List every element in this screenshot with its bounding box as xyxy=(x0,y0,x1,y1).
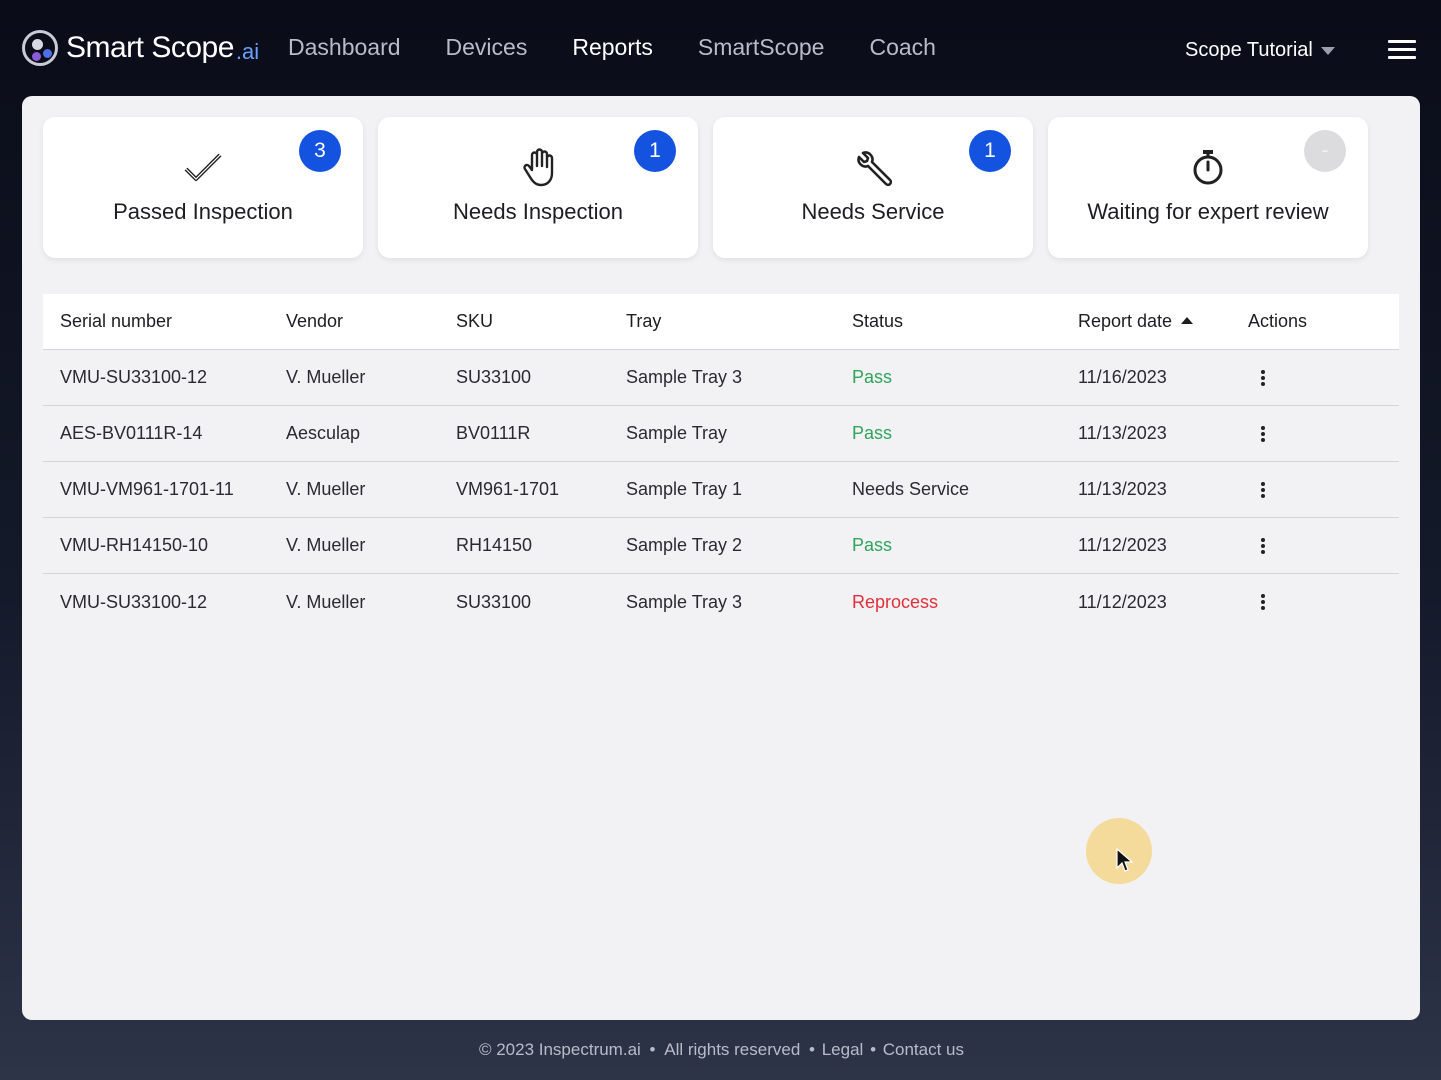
table-row[interactable]: VMU-SU33100-12 V. Mueller SU33100 Sample Tr… xyxy=(43,350,1399,406)
column-header-status[interactable]: Status xyxy=(852,311,903,332)
cell-tray: Sample Tray 3 xyxy=(626,591,743,612)
logo-suffix: .ai xyxy=(235,39,260,64)
cell-status: Pass xyxy=(852,535,893,555)
footer-contact-link[interactable]: Contact us xyxy=(883,1040,964,1059)
cell-vendor: V. Mueller xyxy=(286,591,366,612)
table-header: Serial number Vendor SKU Tray Status Rep… xyxy=(43,294,1399,350)
footer-legal-link[interactable]: Legal xyxy=(822,1040,864,1059)
cell-status: Pass xyxy=(852,423,893,443)
more-actions-icon[interactable] xyxy=(1261,537,1265,554)
footer: © 2023 Inspectrum.ai • All rights reserv… xyxy=(0,1040,1441,1060)
cell-serial: VMU-VM961-1701-11 xyxy=(60,479,234,499)
cell-sku: RH14150 xyxy=(456,535,533,555)
hamburger-menu-icon[interactable] xyxy=(1388,40,1416,60)
cell-report-date: 11/13/2023 xyxy=(1078,479,1167,499)
hand-icon xyxy=(523,148,554,187)
nav-devices[interactable]: Devices xyxy=(446,34,528,61)
cell-tray: Sample Tray 1 xyxy=(626,479,743,499)
cell-tray: Sample Tray 2 xyxy=(626,535,743,555)
card-passed-inspection[interactable]: Passed Inspection 3 xyxy=(43,117,363,258)
account-dropdown-label: Scope Tutorial xyxy=(1185,39,1313,61)
card-label: Passed Inspection xyxy=(113,199,293,224)
count-badge: 1 xyxy=(634,130,676,172)
table-row[interactable]: AES-BV0111R-14 Aesculap BV0111R Sample Tray… xyxy=(43,406,1399,462)
checkmark-icon xyxy=(184,153,222,181)
more-actions-icon[interactable] xyxy=(1261,594,1265,610)
nav-smartscope[interactable]: SmartScope xyxy=(698,34,825,61)
cell-report-date: 11/13/2023 xyxy=(1078,423,1167,443)
card-label: Needs Service xyxy=(801,199,945,224)
logo-text: Smart Scope xyxy=(66,31,234,64)
cell-serial: AES-BV0111R-14 xyxy=(60,423,203,443)
summary-cards: Passed Inspection 3 Needs Inspection 1 N… xyxy=(43,117,1383,258)
nav-dashboard[interactable]: Dashboard xyxy=(288,34,401,61)
card-needs-service[interactable]: Needs Service 1 xyxy=(713,117,1033,258)
cell-status: Needs Service xyxy=(852,479,970,499)
reports-table: Serial number Vendor SKU Tray Status Rep… xyxy=(43,294,1399,630)
table-row[interactable]: VMU-VM961-1701-11 V. Mueller VM961-1701 Sam… xyxy=(43,462,1399,518)
cell-sku: VM961-1701 xyxy=(456,479,560,499)
cell-sku: SU33100 xyxy=(456,591,532,612)
stopwatch-icon xyxy=(1193,150,1223,185)
column-header-serial[interactable]: Serial number xyxy=(60,311,172,332)
cell-status: Reprocess xyxy=(852,591,939,612)
main-nav: Dashboard Devices Reports SmartScope Coa… xyxy=(288,34,981,61)
cell-sku: SU33100 xyxy=(456,367,532,387)
table-row[interactable]: VMU-RH14150-10 V. Mueller RH14150 Sample Tr… xyxy=(43,518,1399,574)
count-badge: - xyxy=(1304,130,1346,172)
nav-reports[interactable]: Reports xyxy=(572,34,653,61)
cell-vendor: V. Mueller xyxy=(286,535,366,555)
table-row[interactable]: VMU-SU33100-12 V. Mueller SU33100 Sample Tr… xyxy=(43,574,1399,630)
cell-sku: BV0111R xyxy=(456,423,531,443)
card-needs-inspection[interactable]: Needs Inspection 1 xyxy=(378,117,698,258)
chevron-down-icon xyxy=(1320,46,1335,55)
footer-rights: All rights reserved xyxy=(664,1040,801,1059)
cell-tray: Sample Tray 3 xyxy=(626,367,743,387)
count-badge: 3 xyxy=(299,130,341,172)
nav-coach[interactable]: Coach xyxy=(869,34,935,61)
card-label: Needs Inspection xyxy=(453,199,623,224)
column-header-actions: Actions xyxy=(1248,311,1308,331)
cell-vendor: V. Mueller xyxy=(286,479,366,499)
sort-ascending-icon xyxy=(1181,316,1194,324)
count-badge: 1 xyxy=(969,130,1011,172)
footer-separator: • xyxy=(649,1040,656,1059)
mouse-pointer-icon xyxy=(1116,848,1134,872)
footer-copyright: © 2023 Inspectrum.ai xyxy=(478,1040,641,1059)
report-date-label: Report date xyxy=(1078,311,1173,331)
cell-serial: VMU-SU33100-12 xyxy=(60,591,208,612)
cell-report-date: 11/12/2023 xyxy=(1078,591,1167,612)
table-body: VMU-SU33100-12 V. Mueller SU33100 Sample Tr… xyxy=(43,350,1399,630)
cell-report-date: 11/12/2023 xyxy=(1078,535,1167,555)
more-actions-icon[interactable] xyxy=(1261,425,1265,442)
column-header-tray[interactable]: Tray xyxy=(626,311,661,332)
smartscope-logo[interactable]: Smart Scope .ai xyxy=(22,30,259,66)
column-header-sku[interactable]: SKU xyxy=(456,311,493,332)
reports-panel: Passed Inspection 3 Needs Inspection 1 N… xyxy=(22,96,1420,1020)
cell-serial: VMU-SU33100-12 xyxy=(60,367,208,387)
card-waiting-expert-review[interactable]: Waiting for expert review - xyxy=(1048,117,1368,258)
logo-icon xyxy=(22,30,58,66)
cell-tray: Sample Tray xyxy=(626,423,728,443)
cell-status: Pass xyxy=(852,367,893,387)
column-header-vendor[interactable]: Vendor xyxy=(286,311,343,332)
more-actions-icon[interactable] xyxy=(1261,481,1265,498)
cell-vendor: V. Mueller xyxy=(286,367,366,387)
footer-separator: • xyxy=(870,1040,877,1059)
cell-report-date: 11/16/2023 xyxy=(1078,367,1167,387)
more-actions-icon[interactable] xyxy=(1261,369,1265,386)
card-label: Waiting for expert review xyxy=(1087,199,1329,224)
cell-vendor: Aesculap xyxy=(286,423,361,443)
footer-separator: • xyxy=(809,1040,815,1059)
account-dropdown[interactable]: Scope Tutorial xyxy=(1185,39,1335,62)
top-navigation-bar: Smart Scope .ai Dashboard Devices Report… xyxy=(0,0,1441,96)
column-header-report-date[interactable]: Report date xyxy=(1078,311,1194,332)
cell-serial: VMU-RH14150-10 xyxy=(60,535,209,555)
wrench-icon xyxy=(857,151,893,187)
